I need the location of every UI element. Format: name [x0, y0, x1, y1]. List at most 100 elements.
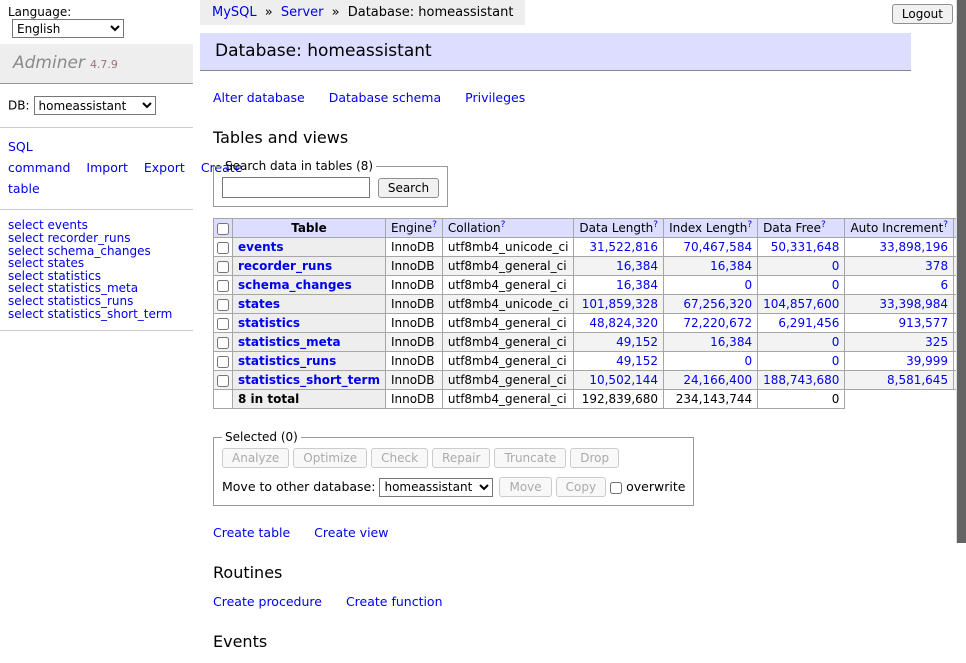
adminer-logo: Adminer4.7.9 [0, 44, 193, 84]
table-link-events[interactable]: events [238, 240, 284, 254]
help-link[interactable]: ? [943, 220, 948, 230]
column-header-index-length: Index Length? [664, 219, 758, 238]
sidebar-link-select-statistics-runs[interactable]: select statistics_runs [8, 295, 185, 308]
help-link[interactable]: ? [653, 220, 658, 230]
select-all-checkbox[interactable] [217, 223, 229, 235]
row-checkbox[interactable] [217, 299, 229, 311]
help-link[interactable]: ? [747, 220, 752, 230]
table-link-states[interactable]: states [238, 297, 280, 311]
link-create-function[interactable]: Create function [346, 594, 443, 609]
sidebar-link-select-recorder-runs[interactable]: select recorder_runs [8, 232, 185, 245]
index-length-link[interactable]: 0 [744, 354, 752, 368]
sidebar-link-export[interactable]: Export [144, 160, 185, 175]
row-checkbox[interactable] [217, 318, 229, 330]
row-checkbox[interactable] [217, 280, 229, 292]
data-length-link[interactable]: 48,824,320 [589, 316, 658, 330]
optimize-button[interactable]: Optimize [293, 448, 367, 468]
check-button[interactable]: Check [371, 448, 428, 468]
logout-button[interactable]: Logout [892, 4, 953, 24]
row-checkbox[interactable] [217, 337, 229, 349]
total-collation-cell: utf8mb4_general_ci [442, 390, 574, 409]
collation-cell: utf8mb4_general_ci [442, 371, 574, 390]
data-length-link[interactable]: 101,859,328 [582, 297, 658, 311]
table-link-statistics-meta[interactable]: statistics_meta [238, 335, 341, 349]
copy-button[interactable]: Copy [556, 477, 606, 497]
breadcrumb-link-mysql[interactable]: MySQL [212, 5, 257, 20]
auto-increment-link[interactable]: 378 [925, 259, 948, 273]
search-button[interactable]: Search [378, 178, 439, 198]
analyze-button[interactable]: Analyze [222, 448, 289, 468]
help-link[interactable]: ? [501, 220, 506, 230]
auto-increment-cell: 33,898,196 [845, 238, 954, 257]
move-database-select[interactable]: homeassistant [379, 478, 493, 497]
data-free-link[interactable]: 104,857,600 [763, 297, 839, 311]
sidebar-link-select-statistics-short-term[interactable]: select statistics_short_term [8, 308, 185, 321]
auto-increment-cell: 39,999 [845, 352, 954, 371]
auto-increment-link[interactable]: 913,577 [898, 316, 948, 330]
row-checkbox[interactable] [217, 242, 229, 254]
table-row: statistics_runsInnoDButf8mb4_general_ci4… [214, 352, 966, 371]
move-row: Move to other database:homeassistantMove… [222, 477, 685, 497]
index-length-link[interactable]: 67,256,320 [683, 297, 752, 311]
sidebar-link-select-states[interactable]: select states [8, 257, 185, 270]
row-checkbox-cell [214, 314, 233, 333]
index-length-link[interactable]: 72,220,672 [683, 316, 752, 330]
data-length-link[interactable]: 16,384 [616, 278, 658, 292]
index-length-link[interactable]: 70,467,584 [683, 240, 752, 254]
index-length-link[interactable]: 16,384 [710, 259, 752, 273]
auto-increment-link[interactable]: 33,398,984 [879, 297, 948, 311]
table-link-statistics-runs[interactable]: statistics_runs [238, 354, 336, 368]
drop-button[interactable]: Drop [570, 448, 619, 468]
overwrite-checkbox[interactable] [610, 482, 622, 494]
table-link-statistics-short-term[interactable]: statistics_short_term [238, 373, 380, 387]
data-length-link[interactable]: 49,152 [616, 354, 658, 368]
data-free-link[interactable]: 0 [832, 335, 840, 349]
help-link[interactable]: ? [432, 220, 437, 230]
language-select[interactable]: English [12, 19, 124, 38]
data-free-link[interactable]: 6,291,456 [778, 316, 839, 330]
index-length-link[interactable]: 0 [744, 278, 752, 292]
index-length-link[interactable]: 16,384 [710, 335, 752, 349]
sidebar-link-sql-command[interactable]: SQL command [8, 139, 70, 175]
row-checkbox[interactable] [217, 356, 229, 368]
vertical-scrollbar[interactable] [956, 0, 966, 543]
row-checkbox[interactable] [217, 375, 229, 387]
repair-button[interactable]: Repair [432, 448, 490, 468]
auto-increment-link[interactable]: 6 [940, 278, 948, 292]
sidebar-link-import[interactable]: Import [86, 160, 128, 175]
data-length-link[interactable]: 49,152 [616, 335, 658, 349]
move-button[interactable]: Move [499, 477, 551, 497]
db-select[interactable]: homeassistant [34, 96, 156, 115]
breadcrumb-link-server[interactable]: Server [281, 5, 324, 20]
data-length-link[interactable]: 10,502,144 [589, 373, 658, 387]
data-free-link[interactable]: 0 [832, 259, 840, 273]
link-database-schema[interactable]: Database schema [329, 90, 441, 105]
table-link-recorder-runs[interactable]: recorder_runs [238, 259, 332, 273]
db-select-row: DB:homeassistant [0, 84, 193, 128]
link-create-table[interactable]: Create table [213, 525, 290, 540]
data-free-link[interactable]: 188,743,680 [763, 373, 839, 387]
data-length-link[interactable]: 31,522,816 [589, 240, 658, 254]
link-create-procedure[interactable]: Create procedure [213, 594, 322, 609]
auto-increment-link[interactable]: 33,898,196 [879, 240, 948, 254]
row-checkbox[interactable] [217, 261, 229, 273]
link-alter-database[interactable]: Alter database [213, 90, 305, 105]
data-free-link[interactable]: 50,331,648 [771, 240, 840, 254]
row-checkbox-cell [214, 276, 233, 295]
link-privileges[interactable]: Privileges [465, 90, 525, 105]
auto-increment-link[interactable]: 8,581,645 [887, 373, 948, 387]
data-length-link[interactable]: 16,384 [616, 259, 658, 273]
truncate-button[interactable]: Truncate [494, 448, 566, 468]
data-free-link[interactable]: 0 [832, 354, 840, 368]
table-link-statistics[interactable]: statistics [238, 316, 300, 330]
auto-increment-link[interactable]: 325 [925, 335, 948, 349]
adminer-brand-link[interactable]: Adminer [13, 53, 85, 73]
link-create-view[interactable]: Create view [314, 525, 388, 540]
search-input[interactable] [222, 177, 370, 198]
table-link-schema-changes[interactable]: schema_changes [238, 278, 352, 292]
help-link[interactable]: ? [821, 220, 826, 230]
auto-increment-link[interactable]: 39,999 [906, 354, 948, 368]
index-length-link[interactable]: 24,166,400 [683, 373, 752, 387]
data-free-link[interactable]: 0 [832, 278, 840, 292]
index-length-cell: 70,467,584 [664, 238, 758, 257]
